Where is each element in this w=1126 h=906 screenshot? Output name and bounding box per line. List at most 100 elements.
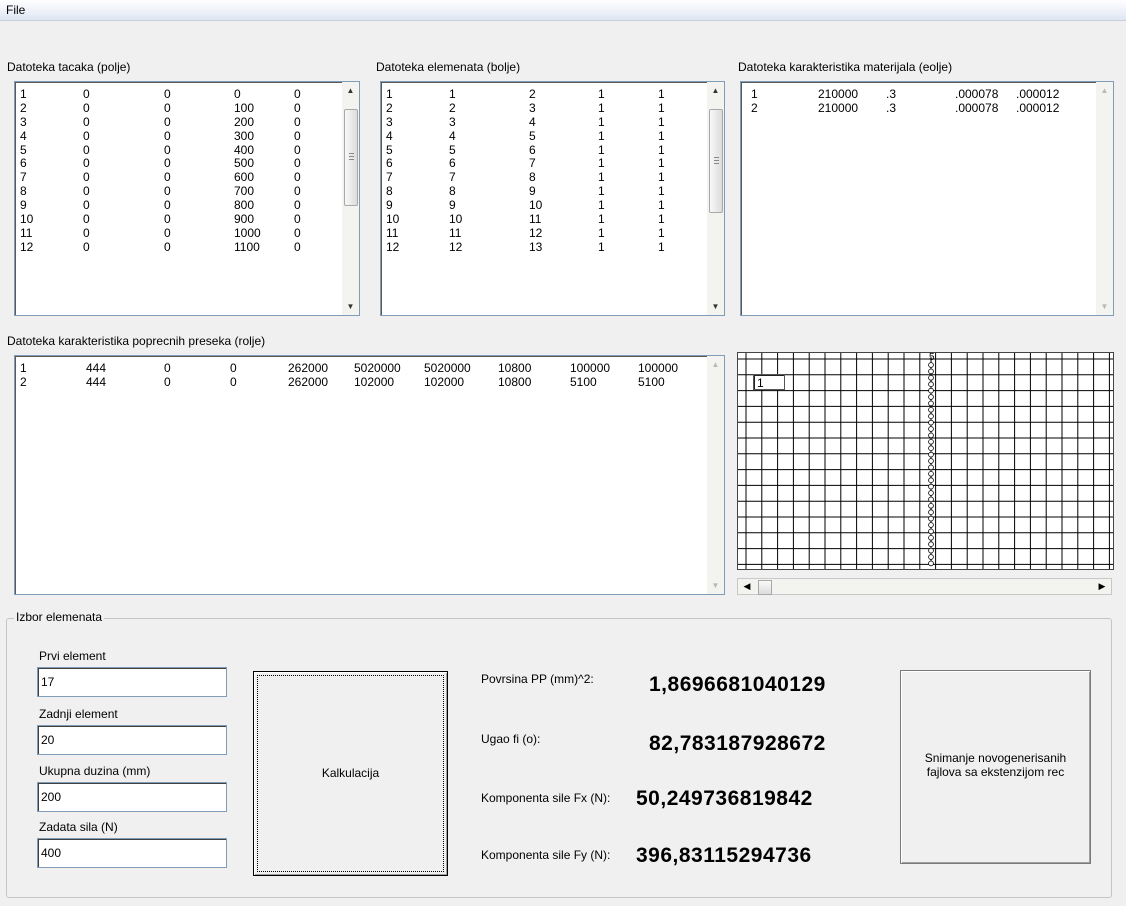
materials-vscrollbar[interactable]: ▲ ▼ (1096, 82, 1113, 315)
sections-vscrollbar[interactable]: ▲ ▼ (707, 356, 724, 594)
elements-listbox[interactable]: 1121122311334114451155611667117781188911… (380, 81, 725, 316)
list-cell: 300 (234, 128, 255, 143)
list-cell: 0 (164, 114, 171, 129)
structure-canvas[interactable]: 1 5 (737, 352, 1114, 570)
list-cell: 10 (386, 212, 400, 227)
list-cell: 210000 (818, 100, 859, 115)
list-cell: 0 (83, 198, 90, 213)
list-cell: 1 (658, 225, 665, 240)
list-cell: 6 (20, 156, 27, 171)
list-cell: 1 (658, 156, 665, 171)
first-element-input[interactable]: 17 (37, 667, 227, 697)
elements-vscrollbar[interactable]: ▲ ▼ (707, 82, 724, 315)
list-cell: 1 (598, 87, 605, 101)
list-cell: 800 (234, 198, 255, 213)
last-element-input[interactable]: 20 (37, 725, 227, 755)
list-cell: 1 (658, 198, 665, 213)
list-cell: 3 (449, 114, 456, 129)
list-cell: 3 (529, 100, 536, 115)
fy-value: 396,83115294736 (636, 844, 812, 867)
list-cell: 1 (658, 212, 665, 227)
list-cell: 0 (164, 225, 171, 240)
list-cell: 7 (386, 170, 393, 185)
list-cell: 100000 (570, 361, 611, 375)
scroll-up-icon[interactable]: ▲ (342, 82, 359, 99)
list-cell: 4 (386, 128, 393, 143)
list-cell: 0 (83, 100, 90, 115)
list-cell: 12 (449, 239, 463, 254)
scroll-up-icon[interactable]: ▲ (1096, 82, 1113, 99)
list-cell: 0 (294, 87, 301, 101)
scroll-down-icon[interactable]: ▼ (342, 298, 359, 315)
calculate-button[interactable]: Kalkulacija (253, 671, 448, 876)
angle-value: 82,783187928672 (649, 732, 826, 755)
list-cell: 5 (386, 142, 393, 157)
list-cell: 0 (294, 198, 301, 213)
angle-label: Ugao fi (o): (481, 732, 541, 746)
menu-file[interactable]: File (6, 3, 25, 17)
list-cell: 444 (86, 361, 107, 375)
list-cell: 11 (20, 225, 33, 240)
list-cell: 0 (294, 100, 301, 115)
list-cell: 9 (449, 198, 456, 213)
scroll-left-icon[interactable]: ◀ (740, 580, 754, 593)
list-cell: 9 (386, 198, 393, 213)
save-button-line2: fajlova sa ekstenzijom rec (926, 765, 1065, 779)
list-cell: 0 (83, 156, 90, 171)
list-cell: 0 (294, 114, 301, 129)
list-cell: 0 (83, 114, 90, 129)
list-cell: 0 (234, 87, 241, 101)
list-cell: 1 (20, 361, 27, 375)
list-cell: 1 (658, 184, 665, 199)
given-force-input[interactable]: 400 (37, 838, 227, 868)
list-cell: 6 (386, 156, 393, 171)
list-cell: 5 (449, 142, 456, 157)
group-title: Izbor elemenata (14, 610, 105, 624)
list-cell: 1 (751, 87, 758, 101)
list-cell: 0 (164, 239, 171, 254)
list-cell: 2 (751, 100, 758, 115)
total-length-input[interactable]: 200 (37, 782, 227, 812)
materials-listbox[interactable]: 1 210000 .3 .000078 .000012 2 210000 .3 .000078.… (740, 81, 1114, 316)
list-cell: .000078 (955, 87, 999, 101)
materials-list-label: Datoteka karakteristika materijala (eolj… (738, 60, 953, 74)
list-cell: 0 (294, 184, 301, 199)
list-cell: 0 (230, 361, 237, 375)
scroll-down-icon[interactable]: ▼ (707, 298, 724, 315)
list-cell: 2 (386, 100, 393, 115)
sections-listbox[interactable]: 1 444 0 0 262000 5020000 5020000 10800 100000 100… (14, 355, 725, 595)
list-cell: 0 (83, 87, 90, 101)
list-cell: 200 (234, 114, 255, 129)
list-cell: 0 (164, 374, 171, 389)
list-cell: 1 (20, 87, 27, 101)
list-cell: 0 (164, 198, 171, 213)
list-cell: 2 (449, 100, 456, 115)
list-cell: 1000 (234, 225, 261, 240)
list-cell: 7 (529, 156, 536, 171)
scroll-up-icon[interactable]: ▲ (707, 356, 724, 373)
points-vscrollbar[interactable]: ▲ ▼ (342, 82, 359, 315)
list-cell: 10 (529, 198, 543, 213)
list-cell: 0 (164, 170, 171, 185)
save-rec-files-button[interactable]: Snimanje novogenerisanih fajlova sa ekst… (900, 670, 1091, 864)
hscroll-thumb[interactable] (758, 580, 772, 595)
scroll-down-icon[interactable]: ▼ (707, 577, 724, 594)
list-cell: 10800 (498, 361, 532, 375)
canvas-hscrollbar[interactable]: ◀ ▶ (737, 578, 1112, 595)
given-force-label: Zadata sila (N) (39, 820, 118, 834)
list-cell: 1 (598, 184, 605, 199)
list-cell: 1 (598, 170, 605, 185)
scroll-down-icon[interactable]: ▼ (1096, 298, 1113, 315)
first-element-label: Prvi element (39, 649, 106, 663)
scroll-up-icon[interactable]: ▲ (707, 82, 724, 99)
scroll-right-icon[interactable]: ▶ (1095, 580, 1109, 593)
node-number-input[interactable]: 1 (753, 374, 785, 390)
points-listbox[interactable]: 1 0 0 0 0 2 0 0 100 0 3 0 0 200 0 4 0 0 300 0 5 0 0 400 0 6 0 0 500 0… (14, 81, 360, 316)
list-cell: 0 (83, 142, 90, 157)
list-cell: 1 (658, 114, 665, 129)
list-cell: 1 (598, 100, 605, 115)
area-value: 1,8696681040129 (649, 673, 826, 696)
scroll-thumb[interactable] (344, 109, 358, 206)
list-cell: 1 (598, 156, 605, 171)
scroll-thumb[interactable] (709, 109, 723, 213)
